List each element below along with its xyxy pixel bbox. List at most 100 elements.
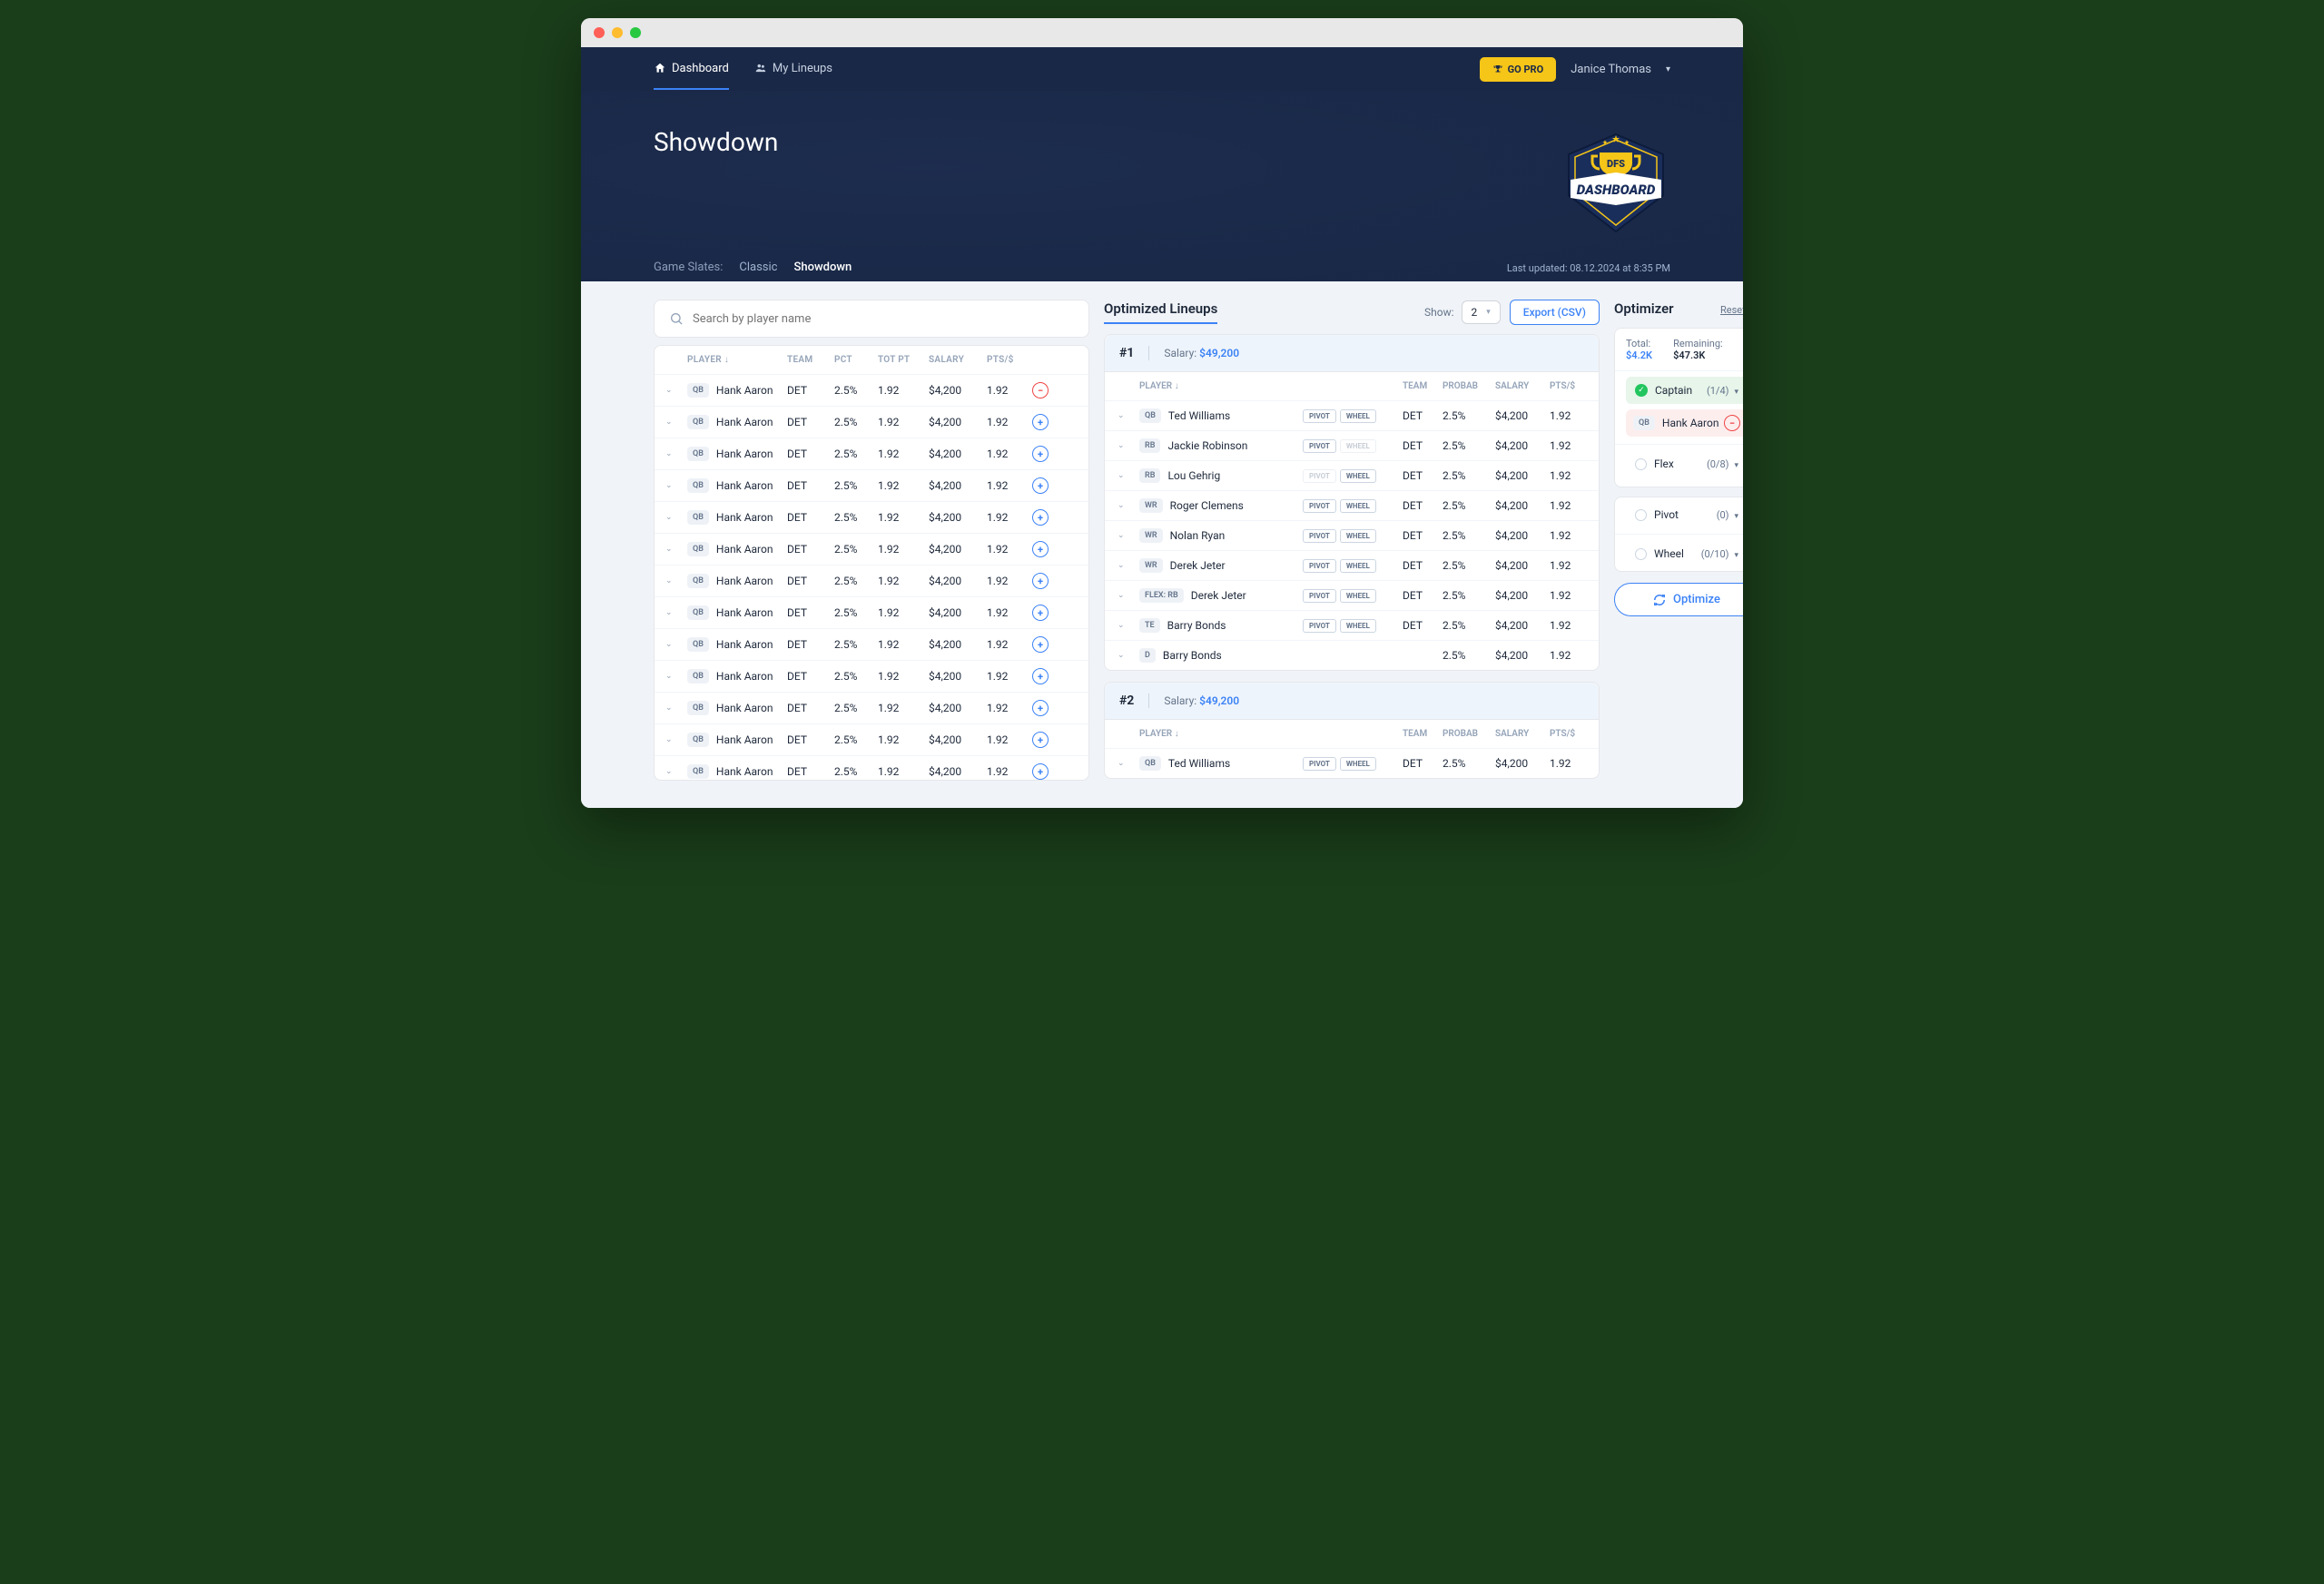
add-player-button[interactable]: + — [1032, 636, 1049, 653]
minimize-window-icon[interactable] — [612, 27, 623, 38]
lineup-row[interactable]: ⌄ RBLou Gehrig PIVOTWHEEL DET 2.5% $4,20… — [1105, 460, 1599, 490]
expand-icon[interactable]: ⌄ — [665, 576, 687, 585]
player-row[interactable]: ⌄ QBHank Aaron DET 2.5% 1.92 $4,200 1.92… — [655, 596, 1088, 628]
col-pts[interactable]: PTS/$ — [1550, 729, 1586, 739]
search-input[interactable] — [693, 312, 1074, 326]
maximize-window-icon[interactable] — [630, 27, 641, 38]
lineup-row[interactable]: ⌄ QBTed Williams PIVOTWHEEL DET 2.5% $4,… — [1105, 748, 1599, 778]
lineup-row[interactable]: ⌄ WRRoger Clemens PIVOTWHEEL DET 2.5% $4… — [1105, 490, 1599, 520]
col-salary[interactable]: SALARY — [1495, 729, 1550, 739]
pivot-tag[interactable]: PIVOT — [1303, 757, 1336, 771]
captain-group[interactable]: ✓ Captain (1/4)▾ — [1626, 377, 1743, 404]
nav-lineups[interactable]: My Lineups — [754, 49, 832, 90]
col-salary[interactable]: SALARY — [1495, 381, 1550, 391]
wheel-tag[interactable]: WHEEL — [1340, 469, 1376, 483]
col-totpt[interactable]: TOT PT — [878, 355, 929, 365]
lineup-row[interactable]: ⌄ WRNolan Ryan PIVOTWHEEL DET 2.5% $4,20… — [1105, 520, 1599, 550]
lineup-row[interactable]: ⌄ DBarry Bonds 2.5% $4,200 1.92 — [1105, 640, 1599, 670]
reset-all-link[interactable]: Reset All — [1720, 304, 1743, 316]
lineup-row[interactable]: ⌄ RBJackie Robinson PIVOTWHEEL DET 2.5% … — [1105, 430, 1599, 460]
remove-player-button[interactable]: − — [1032, 382, 1049, 398]
col-team[interactable]: TEAM — [787, 355, 834, 365]
add-player-button[interactable]: + — [1032, 573, 1049, 589]
player-row[interactable]: ⌄ QBHank Aaron DET 2.5% 1.92 $4,200 1.92… — [655, 755, 1088, 781]
flex-group[interactable]: Flex (0/8)▾ — [1626, 450, 1743, 477]
expand-icon[interactable]: ⌄ — [1118, 471, 1139, 480]
pivot-tag[interactable]: PIVOT — [1303, 589, 1336, 603]
search-bar[interactable] — [654, 300, 1089, 338]
go-pro-button[interactable]: GO PRO — [1480, 57, 1557, 82]
player-row[interactable]: ⌄ QBHank Aaron DET 2.5% 1.92 $4,200 1.92… — [655, 438, 1088, 469]
col-salary[interactable]: SALARY — [929, 355, 987, 365]
player-row[interactable]: ⌄ QBHank Aaron DET 2.5% 1.92 $4,200 1.92… — [655, 533, 1088, 565]
col-player[interactable]: PLAYER ↓ — [1139, 381, 1303, 391]
player-row[interactable]: ⌄ QBHank Aaron DET 2.5% 1.92 $4,200 1.92… — [655, 628, 1088, 660]
col-pct[interactable]: PCT — [834, 355, 878, 365]
pivot-tag[interactable]: PIVOT — [1303, 559, 1336, 573]
tab-showdown[interactable]: Showdown — [794, 261, 852, 274]
add-player-button[interactable]: + — [1032, 477, 1049, 494]
add-player-button[interactable]: + — [1032, 446, 1049, 462]
wheel-tag[interactable]: WHEEL — [1340, 529, 1376, 543]
lineup-row[interactable]: ⌄ TEBarry Bonds PIVOTWHEEL DET 2.5% $4,2… — [1105, 610, 1599, 640]
expand-icon[interactable]: ⌄ — [665, 481, 687, 490]
expand-icon[interactable]: ⌄ — [665, 672, 687, 681]
col-pts[interactable]: PTS/$ — [1550, 381, 1586, 391]
wheel-tag[interactable]: WHEEL — [1340, 757, 1376, 771]
add-player-button[interactable]: + — [1032, 509, 1049, 526]
expand-icon[interactable]: ⌄ — [1118, 531, 1139, 540]
lineup-row[interactable]: ⌄ FLEX: RBDerek Jeter PIVOTWHEEL DET 2.5… — [1105, 580, 1599, 610]
pivot-tag[interactable]: PIVOT — [1303, 439, 1336, 453]
show-dropdown[interactable]: 2 ▾ — [1462, 300, 1501, 324]
expand-icon[interactable]: ⌄ — [1118, 759, 1139, 768]
col-probab[interactable]: PROBAB — [1443, 729, 1495, 739]
add-player-button[interactable]: + — [1032, 605, 1049, 621]
expand-icon[interactable]: ⌄ — [1118, 651, 1139, 660]
pivot-group[interactable]: Pivot (0)▾ — [1626, 501, 1743, 528]
expand-icon[interactable]: ⌄ — [665, 545, 687, 554]
expand-icon[interactable]: ⌄ — [665, 640, 687, 649]
pivot-tag[interactable]: PIVOT — [1303, 619, 1336, 633]
player-row[interactable]: ⌄ QBHank Aaron DET 2.5% 1.92 $4,200 1.92… — [655, 660, 1088, 692]
expand-icon[interactable]: ⌄ — [1118, 411, 1139, 420]
export-csv-button[interactable]: Export (CSV) — [1510, 300, 1600, 325]
player-row[interactable]: ⌄ QBHank Aaron DET 2.5% 1.92 $4,200 1.92… — [655, 692, 1088, 723]
expand-icon[interactable]: ⌄ — [665, 703, 687, 713]
expand-icon[interactable]: ⌄ — [1118, 441, 1139, 450]
player-row[interactable]: ⌄ QBHank Aaron DET 2.5% 1.92 $4,200 1.92… — [655, 469, 1088, 501]
lineup-row[interactable]: ⌄ QBTed Williams PIVOTWHEEL DET 2.5% $4,… — [1105, 400, 1599, 430]
col-pts[interactable]: PTS/$ — [987, 355, 1032, 365]
player-row[interactable]: ⌄ QBHank Aaron DET 2.5% 1.92 $4,200 1.92… — [655, 565, 1088, 596]
expand-icon[interactable]: ⌄ — [665, 608, 687, 617]
wheel-tag[interactable]: WHEEL — [1340, 499, 1376, 513]
optimize-button[interactable]: Optimize — [1614, 583, 1743, 616]
player-row[interactable]: ⌄ QBHank Aaron DET 2.5% 1.92 $4,200 1.92… — [655, 501, 1088, 533]
pivot-tag[interactable]: PIVOT — [1303, 409, 1336, 423]
wheel-tag[interactable]: WHEEL — [1340, 439, 1376, 453]
expand-icon[interactable]: ⌄ — [1118, 621, 1139, 630]
col-team[interactable]: TEAM — [1403, 381, 1443, 391]
player-row[interactable]: ⌄ QBHank Aaron DET 2.5% 1.92 $4,200 1.92… — [655, 723, 1088, 755]
user-name[interactable]: Janice Thomas — [1571, 63, 1651, 76]
add-player-button[interactable]: + — [1032, 732, 1049, 748]
expand-icon[interactable]: ⌄ — [665, 767, 687, 776]
expand-icon[interactable]: ⌄ — [1118, 561, 1139, 570]
col-player[interactable]: PLAYER ↓ — [1139, 729, 1303, 739]
expand-icon[interactable]: ⌄ — [665, 449, 687, 458]
add-player-button[interactable]: + — [1032, 541, 1049, 557]
col-probab[interactable]: PROBAB — [1443, 381, 1495, 391]
col-team[interactable]: TEAM — [1403, 729, 1443, 739]
add-player-button[interactable]: + — [1032, 668, 1049, 684]
lineup-row[interactable]: ⌄ WRDerek Jeter PIVOTWHEEL DET 2.5% $4,2… — [1105, 550, 1599, 580]
add-player-button[interactable]: + — [1032, 700, 1049, 716]
expand-icon[interactable]: ⌄ — [665, 386, 687, 395]
player-row[interactable]: ⌄ QBHank Aaron DET 2.5% 1.92 $4,200 1.92… — [655, 406, 1088, 438]
col-player[interactable]: PLAYER ↓ — [687, 355, 787, 365]
wheel-tag[interactable]: WHEEL — [1340, 559, 1376, 573]
expand-icon[interactable]: ⌄ — [665, 418, 687, 427]
close-window-icon[interactable] — [594, 27, 605, 38]
user-menu-chevron-icon[interactable]: ▾ — [1666, 64, 1670, 74]
add-player-button[interactable]: + — [1032, 414, 1049, 430]
remove-player-button[interactable]: − — [1724, 415, 1740, 431]
expand-icon[interactable]: ⌄ — [1118, 501, 1139, 510]
